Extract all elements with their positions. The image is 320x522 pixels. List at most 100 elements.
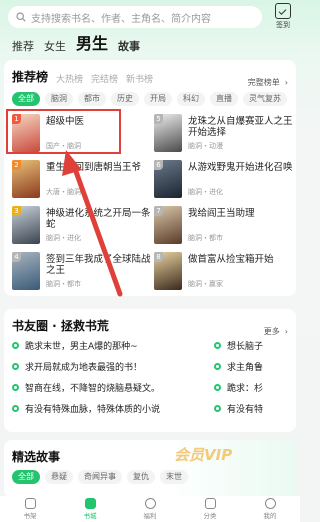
- book-cover: 8: [154, 252, 182, 290]
- question-item[interactable]: 智商在线，不降智的烧脑悬疑文。: [12, 381, 160, 394]
- question-text: 求开局就成为地表最强的书！: [25, 363, 143, 373]
- nav-bookshelf[interactable]: 书架: [10, 498, 50, 520]
- search-placeholder: 支持搜索书名、作者、主角名、简介内容: [31, 13, 211, 25]
- circle-icon: [214, 384, 221, 391]
- book-item[interactable]: 5 龙珠之从自爆赛亚人之王开始选择 脑洞・动漫: [154, 114, 294, 152]
- chip-apocalypse[interactable]: 末世: [160, 470, 188, 484]
- channel-tabs: 推荐 女生 男生 故事: [12, 30, 140, 54]
- chip-brainhole[interactable]: 脑洞: [45, 92, 73, 106]
- tab-male[interactable]: 男生: [76, 30, 108, 54]
- question-item[interactable]: 跪求：杉: [214, 381, 263, 394]
- tab-female[interactable]: 女生: [44, 38, 66, 54]
- book-item[interactable]: 6 从游戏野鬼开始进化召唤 脑洞・进化: [154, 160, 294, 198]
- signin-button[interactable]: 签到: [272, 3, 294, 30]
- tab-new-list[interactable]: 新书榜: [126, 72, 153, 85]
- chip-spirit[interactable]: 灵气复苏: [243, 92, 287, 106]
- chip-suspense[interactable]: 悬疑: [45, 470, 73, 484]
- search-input[interactable]: 支持搜索书名、作者、主角名、简介内容: [8, 6, 262, 28]
- tab-hot-list[interactable]: 大热榜: [56, 72, 83, 85]
- coin-icon: [144, 498, 156, 509]
- book-cover: 4: [12, 252, 40, 290]
- rank-badge: 4: [12, 252, 21, 262]
- vip-banner[interactable]: 会员VIP: [174, 444, 232, 465]
- question-item[interactable]: 有没有特殊血脉，特殊体质的小说: [12, 402, 160, 415]
- circle-icon: [214, 342, 221, 349]
- genre-chips: 全部 脑洞 都市 历史 开局 科幻 直播 灵气复苏: [12, 92, 287, 106]
- question-text: 求主角鲁: [227, 363, 264, 373]
- chevron-right-icon: ›: [284, 327, 288, 336]
- question-text: 有没有特殊血脉，特殊体质的小说: [25, 405, 161, 415]
- bookstore-icon: [84, 498, 96, 509]
- rank-badge: 6: [154, 160, 163, 170]
- chip-scifi[interactable]: 科幻: [177, 92, 205, 106]
- calendar-check-icon: [275, 3, 291, 19]
- full-ranking-link[interactable]: 完整榜单 ›: [248, 70, 288, 89]
- book-item[interactable]: 8 做首富从捡宝箱开始 脑洞・赢家: [154, 252, 294, 290]
- question-item[interactable]: 跪求末世，男主A爆的那种~: [12, 339, 138, 352]
- book-title: 从游戏野鬼开始进化召唤: [188, 162, 293, 173]
- chip-opening[interactable]: 开局: [144, 92, 172, 106]
- arrow-annotation-icon: [62, 150, 123, 297]
- book-meta: 脑洞・赢家: [188, 280, 223, 288]
- question-text: 跪求：杉: [227, 384, 264, 394]
- chip-urban[interactable]: 都市: [78, 92, 106, 106]
- book-cover: 6: [154, 160, 182, 198]
- rank-badge: 2: [12, 160, 21, 170]
- tab-recommend[interactable]: 推荐: [12, 38, 34, 54]
- chevron-right-icon: ›: [284, 78, 288, 87]
- chip-all[interactable]: 全部: [12, 92, 40, 106]
- chip-revenge[interactable]: 复仇: [127, 470, 155, 484]
- rank-badge: 3: [12, 206, 21, 216]
- rank-badge: 5: [154, 114, 163, 124]
- grid-icon: [204, 498, 216, 509]
- circle-icon: [12, 384, 19, 391]
- nav-category[interactable]: 分类: [190, 498, 230, 520]
- book-meta: 脑洞・都市: [188, 234, 223, 242]
- question-text: 有没有特: [227, 405, 264, 415]
- tab-finished-list[interactable]: 完结榜: [91, 72, 118, 85]
- circle-icon: [12, 363, 19, 370]
- rank-badge: 7: [154, 206, 163, 216]
- chip-all[interactable]: 全部: [12, 470, 40, 484]
- book-title: 做首富从捡宝箱开始: [188, 254, 274, 265]
- signin-label: 签到: [276, 21, 290, 29]
- book-meta: 脑洞・动漫: [188, 142, 223, 150]
- question-item[interactable]: 求主角鲁: [214, 360, 263, 373]
- question-text: 想长脑子: [227, 342, 264, 352]
- bookshelf-icon: [24, 498, 36, 509]
- book-meta: 脑洞・进化: [188, 188, 223, 196]
- question-item[interactable]: 有没有特: [214, 402, 263, 415]
- featured-title: 精选故事: [12, 450, 61, 464]
- ranking-title: 推荐榜: [12, 70, 49, 84]
- book-cover: 2: [12, 160, 40, 198]
- question-item[interactable]: 求开局就成为地表最强的书！: [12, 360, 142, 373]
- nav-bookstore[interactable]: 书城: [70, 498, 110, 520]
- question-item[interactable]: 想长脑子: [214, 339, 263, 352]
- circle-icon: [214, 363, 221, 370]
- story-chips: 全部 悬疑 奇闻异事 复仇 末世: [12, 470, 188, 484]
- book-item[interactable]: 7 我给阎王当助理 脑洞・都市: [154, 206, 294, 244]
- question-text: 跪求末世，男主A爆的那种~: [25, 342, 138, 352]
- circle-icon: [12, 405, 19, 412]
- chip-history[interactable]: 历史: [111, 92, 139, 106]
- chip-strange[interactable]: 奇闻异事: [78, 470, 122, 484]
- circle-icon: [12, 342, 19, 349]
- friends-more-link[interactable]: 更多 ›: [264, 319, 288, 338]
- book-cover: 5: [154, 114, 182, 152]
- friends-title: 书友圈 · 拯救书荒: [12, 319, 109, 333]
- nav-profile[interactable]: 我的: [250, 498, 290, 520]
- search-icon: [16, 12, 26, 22]
- featured-stories-card: 精选故事 会员VIP 全部 悬疑 奇闻异事 复仇 末世: [4, 440, 296, 498]
- book-title: 我给阎王当助理: [188, 208, 255, 219]
- book-cover: 3: [12, 206, 40, 244]
- ranking-card: 推荐榜 大热榜 完结榜 新书榜 完整榜单 › 全部 脑洞 都市 历史 开局 科幻…: [4, 60, 296, 296]
- bottom-nav: 书架 书城 福利 分类 我的: [0, 496, 300, 522]
- rank-badge: 8: [154, 252, 163, 262]
- chip-live[interactable]: 直播: [210, 92, 238, 106]
- question-text: 智商在线，不降智的烧脑悬疑文。: [25, 384, 161, 394]
- nav-welfare[interactable]: 福利: [130, 498, 170, 520]
- circle-icon: [214, 405, 221, 412]
- book-title: 龙珠之从自爆赛亚人之王开始选择: [188, 116, 293, 138]
- tab-story[interactable]: 故事: [118, 38, 140, 54]
- user-icon: [264, 498, 276, 509]
